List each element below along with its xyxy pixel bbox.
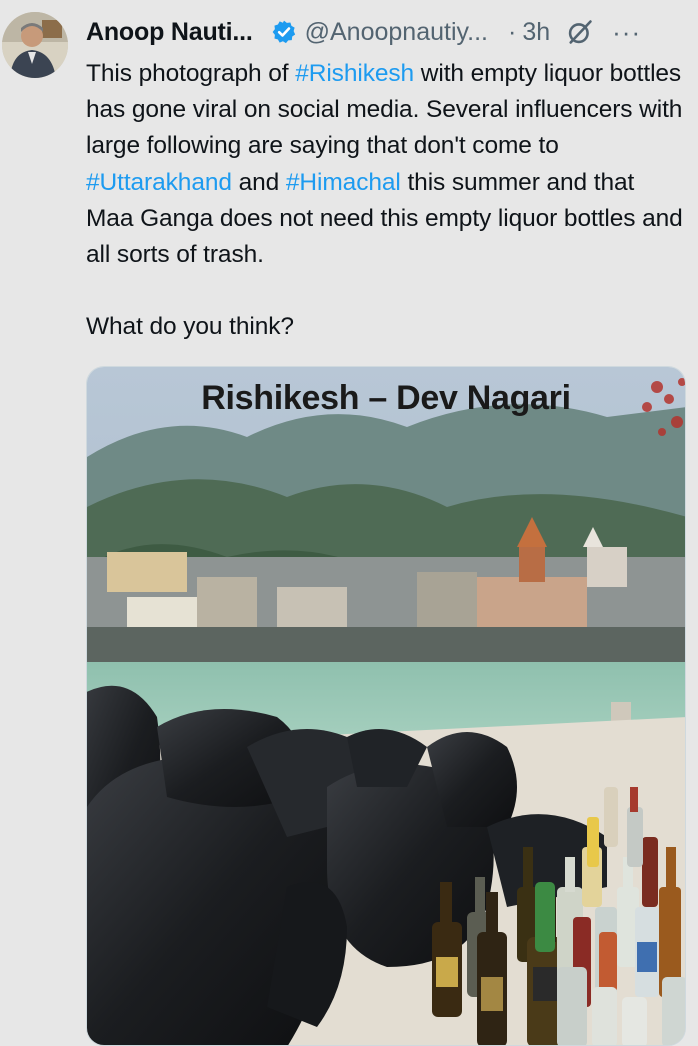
timestamp[interactable]: 3h	[522, 18, 550, 47]
avatar[interactable]	[2, 12, 68, 78]
text-segment: What do you think?	[86, 313, 294, 341]
text-segment: This photograph of	[86, 60, 296, 87]
verified-badge-icon	[272, 20, 295, 44]
more-icon[interactable]: ···	[612, 19, 641, 45]
text-segment: and	[231, 168, 286, 196]
author-name[interactable]: Anoop Nauti...	[86, 18, 253, 47]
image-overlay-title: Rishikesh – Dev Nagari	[201, 379, 571, 417]
hashtag-link-rishikesh[interactable]: #Rishikesh	[295, 60, 414, 87]
tweet-header: Anoop Nauti... @Anoopnautiy... · 3h ···	[86, 12, 690, 52]
tweet-paragraph: What do you think?	[86, 309, 686, 345]
hashtag-link-himachal[interactable]: #Himachal	[286, 169, 401, 196]
separator-dot: ·	[508, 17, 517, 46]
grok-icon[interactable]	[566, 18, 594, 46]
tweet-text: This photograph of #Rishikesh with empty…	[86, 56, 686, 345]
photo-illustration	[87, 367, 685, 1045]
author-handle[interactable]: @Anoopnautiy...	[305, 18, 488, 47]
tweet-media-image[interactable]: Rishikesh – Dev Nagari	[86, 366, 686, 1046]
tweet-paragraph: This photograph of #Rishikesh with empty…	[86, 56, 686, 273]
hashtag-link-uttarakhand[interactable]: #Uttarakhand	[86, 169, 232, 196]
